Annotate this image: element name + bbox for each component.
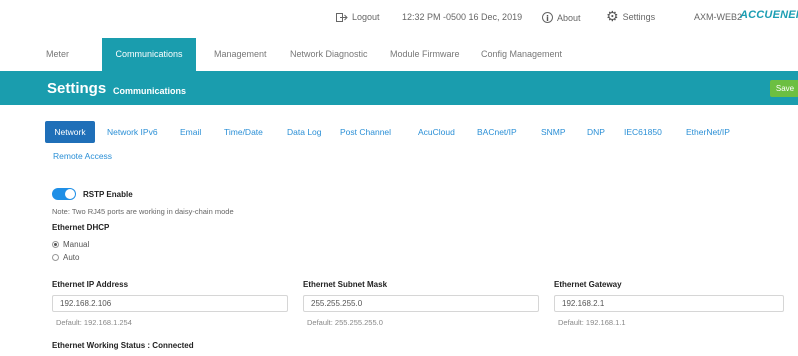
nav-tab-communications[interactable]: Communications [102,38,196,71]
device-name: AXM-WEB2 [694,12,743,22]
dhcp-label: Ethernet DHCP [52,223,110,232]
daisy-chain-note: Note: Two RJ45 ports are working in dais… [52,207,234,216]
subnet-mask-default: Default: 255.255.255.0 [307,318,383,327]
radio-auto[interactable] [52,254,59,261]
rstp-toggle[interactable] [52,188,76,200]
nav-tab-module-firmware[interactable]: Module Firmware [390,38,460,71]
nav-tab-config-management[interactable]: Config Management [481,38,562,71]
toggle-knob [65,189,75,199]
settings-header: Settings Communications Save [0,71,798,105]
radio-manual-label: Manual [63,240,90,249]
subtab-post-channel[interactable]: Post Channel [340,127,391,137]
about-label: About [557,12,581,23]
subtab-remote-access[interactable]: Remote Access [53,151,112,161]
subtab-iec61850[interactable]: IEC61850 [624,127,662,137]
logout-link[interactable]: Logout [336,12,380,22]
save-button[interactable]: Save [770,80,798,97]
gateway-label: Ethernet Gateway [554,280,622,289]
dhcp-option-manual[interactable]: Manual [52,240,89,249]
subnet-mask-label: Ethernet Subnet Mask [303,280,388,289]
ip-address-input[interactable] [52,295,288,312]
gear-icon: ⚙ [606,9,619,25]
ip-address-label: Ethernet IP Address [52,280,129,289]
ip-address-default: Default: 192.168.1.254 [56,318,132,327]
subtab-data-log[interactable]: Data Log [287,127,322,137]
about-link[interactable]: i About [542,12,581,23]
nav-tab-management[interactable]: Management [214,38,267,71]
logout-icon [336,12,348,22]
gateway-default: Default: 192.168.1.1 [558,318,626,327]
settings-label: Settings [622,12,656,22]
subtab-snmp[interactable]: SNMP [541,127,566,137]
rstp-label: RSTP Enable [83,190,133,199]
subtab-time-date[interactable]: Time/Date [224,127,263,137]
subtab-acucloud[interactable]: AcuCloud [418,127,455,137]
page-title: Settings [47,80,107,97]
datetime-display: 12:32 PM -0500 16 Dec, 2019 [402,12,523,22]
subtab-network[interactable]: Network [45,121,95,143]
subnet-mask-input[interactable] [303,295,539,312]
gateway-input[interactable] [554,295,784,312]
main-nav: Meter Communications Management Network … [0,38,798,71]
subtab-email[interactable]: Email [180,127,201,137]
subtab-dnp[interactable]: DNP [587,127,605,137]
logout-label: Logout [352,12,380,22]
dhcp-option-auto[interactable]: Auto [52,253,79,262]
brand-logo: ACCUENERGY [740,9,798,21]
info-icon: i [542,12,553,23]
nav-tab-network-diagnostic[interactable]: Network Diagnostic [290,38,368,71]
radio-manual[interactable] [52,241,59,248]
radio-auto-label: Auto [63,253,80,262]
page-subtitle: Communications [113,86,187,96]
subtab-ethernet-ip[interactable]: EtherNet/IP [686,127,730,137]
top-bar: Logout 12:32 PM -0500 16 Dec, 2019 i Abo… [0,0,798,38]
settings-link[interactable]: ⚙ Settings [606,9,656,25]
subtab-network-ipv6[interactable]: Network IPv6 [107,127,158,137]
subtab-bacnet-ip[interactable]: BACnet/IP [477,127,517,137]
nav-tab-meter[interactable]: Meter [46,38,69,71]
ethernet-status: Ethernet Working Status : Connected [52,341,194,350]
